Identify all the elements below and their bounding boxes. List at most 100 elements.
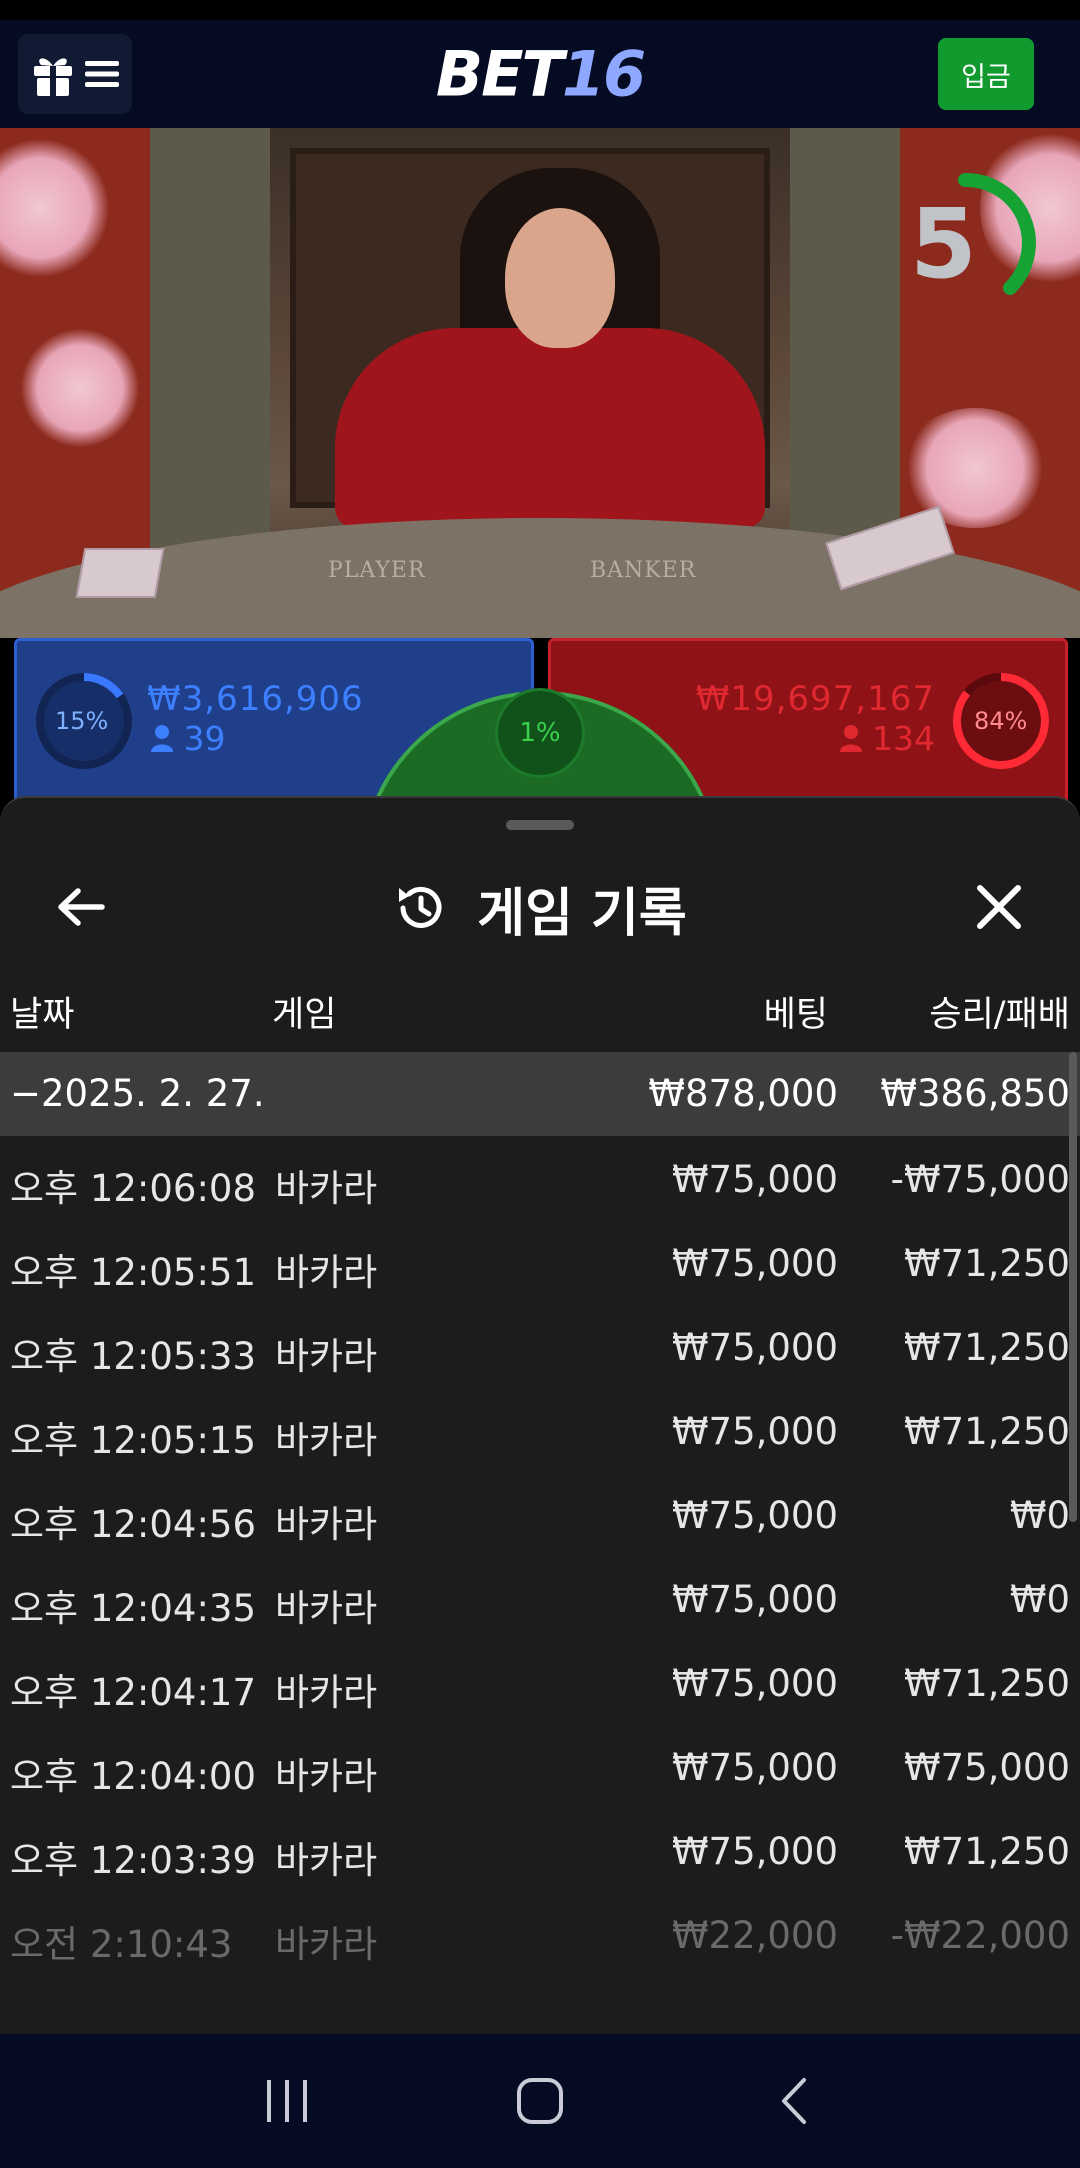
table-label-player: PLAYER: [328, 558, 426, 583]
menu-button[interactable]: [18, 34, 132, 114]
history-list: 오후 12:06:08 바카라 ₩75,000 -₩75,000 오후 12:0…: [0, 1136, 1080, 1976]
countdown-number: 5: [910, 188, 977, 300]
table-row[interactable]: 오전 2:10:43 바카라 ₩22,000 -₩22,000: [0, 1892, 1080, 1976]
row-result: ₩75,000: [903, 1746, 1070, 1789]
row-time: 오후 12:04:56: [10, 1503, 257, 1546]
row-game: 바카라: [275, 1251, 378, 1294]
row-game: 바카라: [275, 1419, 378, 1462]
betting-board: 15% ₩3,616,906 39 ₩19,697,167 134 84% 1%: [0, 636, 1080, 806]
player-amount: ₩3,616,906: [147, 679, 364, 719]
row-bet: ₩75,000: [671, 1410, 838, 1453]
row-time: 오후 12:06:08: [10, 1167, 257, 1210]
table-header: 날짜 게임 베팅 승리/패배: [0, 968, 1080, 1052]
system-nav-bar: [0, 2034, 1080, 2168]
row-result: ₩71,250: [903, 1662, 1070, 1705]
scrollbar[interactable]: [1069, 1052, 1077, 1522]
row-time: 오후 12:05:33: [10, 1335, 257, 1378]
date-group-bet-total: ₩878,000: [648, 1072, 838, 1115]
date-group-result-total: ₩386,850: [880, 1072, 1070, 1115]
recent-apps-button[interactable]: [242, 2056, 332, 2146]
row-bet: ₩75,000: [671, 1326, 838, 1369]
table-row[interactable]: 오후 12:06:08 바카라 ₩75,000 -₩75,000: [0, 1136, 1080, 1220]
back-button[interactable]: [46, 872, 116, 942]
deposit-button[interactable]: 입금: [938, 38, 1034, 110]
row-game: 바카라: [275, 1503, 378, 1546]
row-game: 바카라: [275, 1923, 378, 1966]
row-result: ₩0: [1009, 1494, 1070, 1537]
close-button[interactable]: [964, 872, 1034, 942]
row-result: -₩22,000: [890, 1914, 1070, 1957]
table-label-banker: BANKER: [590, 558, 697, 583]
row-time: 오후 12:05:51: [10, 1251, 257, 1294]
row-result: ₩0: [1009, 1578, 1070, 1621]
player-count: 39: [151, 719, 226, 758]
row-bet: ₩75,000: [671, 1494, 838, 1537]
arrow-left-icon: [58, 888, 105, 926]
row-bet: ₩75,000: [671, 1242, 838, 1285]
row-time: 오후 12:03:39: [10, 1839, 257, 1882]
player-percent: 15%: [55, 707, 109, 735]
row-time: 오후 12:04:35: [10, 1587, 257, 1630]
tie-percent: 1%: [519, 718, 561, 748]
dealer-face: [505, 208, 615, 348]
table-row[interactable]: 오후 12:04:17 바카라 ₩75,000 ₩71,250: [0, 1640, 1080, 1724]
back-icon: [782, 2078, 807, 2124]
table-row[interactable]: 오후 12:04:56 바카라 ₩75,000 ₩0: [0, 1472, 1080, 1556]
column-game: 게임: [272, 995, 337, 1035]
sheet-header: 게임 기록: [0, 848, 1080, 968]
row-game: 바카라: [275, 1587, 378, 1630]
banker-percent: 84%: [974, 707, 1028, 735]
table-row[interactable]: 오후 12:04:35 바카라 ₩75,000 ₩0: [0, 1556, 1080, 1640]
history-icon: [399, 886, 442, 928]
recent-apps-icon: [266, 2080, 307, 2122]
row-time: 오전 2:10:43: [10, 1923, 233, 1966]
top-bar: BET16 입금: [0, 20, 1080, 128]
sheet-title-wrap: 게임 기록: [0, 848, 1080, 968]
table-row[interactable]: 오후 12:05:51 바카라 ₩75,000 ₩71,250: [0, 1220, 1080, 1304]
row-bet: ₩75,000: [671, 1830, 838, 1873]
date-group-row[interactable]: −2025. 2. 27. ₩878,000 ₩386,850: [0, 1052, 1080, 1136]
gift-icon: [34, 58, 72, 96]
row-bet: ₩75,000: [671, 1158, 838, 1201]
home-button[interactable]: [495, 2056, 585, 2146]
row-game: 바카라: [275, 1671, 378, 1714]
banker-count: 134: [839, 719, 935, 758]
user-icon: [151, 725, 173, 752]
row-result: ₩71,250: [903, 1326, 1070, 1369]
row-result: ₩71,250: [903, 1830, 1070, 1873]
row-result: -₩75,000: [890, 1158, 1070, 1201]
close-icon: [977, 885, 1021, 929]
brand-logo[interactable]: BET16: [436, 38, 646, 111]
column-bet: 베팅: [763, 995, 828, 1035]
column-date: 날짜: [10, 995, 75, 1035]
row-game: 바카라: [275, 1167, 378, 1210]
table-row[interactable]: 오후 12:05:33 바카라 ₩75,000 ₩71,250: [0, 1304, 1080, 1388]
user-icon: [839, 725, 862, 752]
live-video: PLAYER BANKER 5: [0, 128, 1080, 638]
row-game: 바카라: [275, 1839, 378, 1882]
back-nav-button[interactable]: [748, 2056, 838, 2146]
table-row[interactable]: 오후 12:03:39 바카라 ₩75,000 ₩71,250: [0, 1808, 1080, 1892]
banker-amount: ₩19,697,167: [695, 679, 935, 719]
game-history-sheet: 게임 기록 날짜 게임 베팅 승리/패배 −2025. 2. 27. ₩878,…: [0, 796, 1080, 2034]
row-time: 오후 12:04:17: [10, 1671, 257, 1714]
home-icon: [516, 2078, 563, 2124]
row-bet: ₩75,000: [671, 1746, 838, 1789]
date-group-label: −2025. 2. 27.: [10, 1072, 265, 1115]
sheet-drag-handle[interactable]: [506, 820, 574, 830]
column-result: 승리/패배: [929, 995, 1070, 1035]
hamburger-icon: [85, 61, 119, 87]
table-row[interactable]: 오후 12:04:00 바카라 ₩75,000 ₩75,000: [0, 1724, 1080, 1808]
sheet-title: 게임 기록: [477, 883, 687, 944]
row-time: 오후 12:05:15: [10, 1419, 257, 1462]
card-holder: [75, 548, 165, 598]
row-game: 바카라: [275, 1335, 378, 1378]
row-bet: ₩22,000: [671, 1914, 838, 1957]
row-bet: ₩75,000: [671, 1662, 838, 1705]
table-row[interactable]: 오후 12:05:15 바카라 ₩75,000 ₩71,250: [0, 1388, 1080, 1472]
video-blossom: [20, 328, 140, 448]
row-game: 바카라: [275, 1755, 378, 1798]
row-time: 오후 12:04:00: [10, 1755, 257, 1798]
row-result: ₩71,250: [903, 1410, 1070, 1453]
dealer-body: [335, 328, 765, 528]
